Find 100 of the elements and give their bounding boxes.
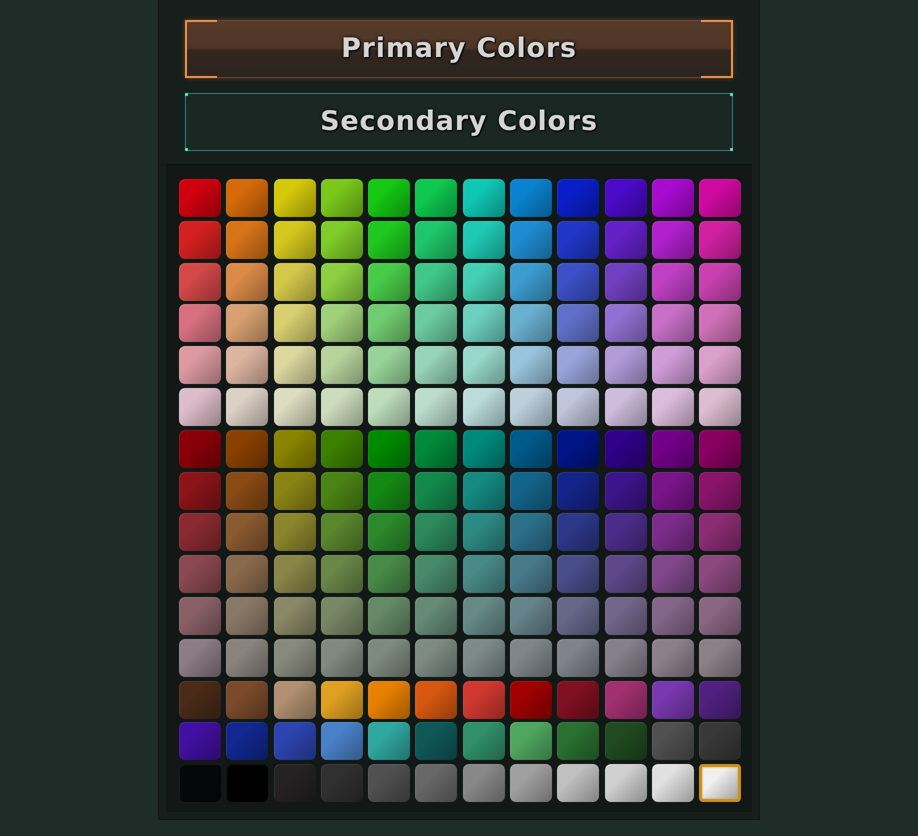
color-swatch[interactable]: [368, 555, 410, 594]
color-swatch[interactable]: [415, 764, 458, 802]
color-swatch[interactable]: [510, 555, 552, 594]
color-swatch[interactable]: [415, 388, 458, 426]
color-swatch[interactable]: [368, 764, 410, 802]
color-swatch[interactable]: [604, 680, 647, 719]
color-swatch[interactable]: [274, 764, 316, 802]
color-swatch[interactable]: [179, 220, 221, 259]
color-swatch[interactable]: [179, 388, 221, 426]
color-swatch[interactable]: [604, 596, 647, 635]
color-swatch[interactable]: [604, 555, 647, 594]
color-swatch[interactable]: [462, 680, 505, 719]
color-swatch[interactable]: [368, 596, 410, 635]
category-tab[interactable]: Primary Colors: [185, 20, 733, 78]
color-swatch[interactable]: [699, 220, 742, 259]
color-swatch[interactable]: [604, 638, 647, 677]
color-swatch[interactable]: [557, 430, 600, 468]
color-swatch[interactable]: [320, 388, 363, 426]
color-swatch[interactable]: [557, 346, 600, 384]
color-swatch[interactable]: [415, 596, 458, 635]
color-swatch[interactable]: [226, 722, 268, 760]
color-swatch[interactable]: [462, 722, 505, 760]
color-swatch[interactable]: [226, 638, 268, 677]
color-swatch[interactable]: [274, 555, 316, 594]
color-swatch[interactable]: [415, 430, 458, 468]
color-swatch[interactable]: [510, 262, 552, 301]
color-swatch[interactable]: [652, 472, 694, 510]
color-swatch[interactable]: [699, 722, 742, 760]
color-swatch[interactable]: [320, 764, 363, 802]
color-swatch[interactable]: [510, 304, 552, 342]
color-swatch[interactable]: [274, 472, 316, 510]
color-swatch[interactable]: [179, 680, 221, 719]
color-swatch[interactable]: [179, 262, 221, 301]
color-swatch[interactable]: [462, 220, 505, 259]
color-swatch[interactable]: [604, 764, 647, 802]
color-swatch[interactable]: [226, 555, 268, 594]
color-swatch[interactable]: [415, 722, 458, 760]
color-swatch[interactable]: [226, 764, 268, 802]
color-swatch[interactable]: [226, 472, 268, 510]
color-swatch[interactable]: [604, 304, 647, 342]
color-swatch[interactable]: [415, 680, 458, 719]
color-swatch[interactable]: [652, 179, 694, 217]
color-swatch[interactable]: [462, 513, 505, 552]
color-swatch[interactable]: [699, 430, 742, 468]
color-swatch[interactable]: [652, 555, 694, 594]
color-swatch[interactable]: [652, 220, 694, 259]
color-swatch[interactable]: [652, 680, 694, 719]
color-swatch[interactable]: [179, 638, 221, 677]
color-swatch[interactable]: [462, 764, 505, 802]
color-swatch[interactable]: [226, 262, 268, 301]
color-swatch[interactable]: [226, 304, 268, 342]
color-swatch[interactable]: [462, 388, 505, 426]
color-swatch[interactable]: [274, 722, 316, 760]
color-swatch[interactable]: [604, 388, 647, 426]
color-swatch[interactable]: [368, 722, 410, 760]
color-swatch[interactable]: [652, 722, 694, 760]
color-swatch[interactable]: [415, 555, 458, 594]
color-swatch[interactable]: [510, 680, 552, 719]
color-swatch[interactable]: [226, 680, 268, 719]
color-swatch[interactable]: [604, 179, 647, 217]
color-swatch[interactable]: [699, 179, 742, 217]
color-swatch[interactable]: [699, 388, 742, 426]
color-swatch[interactable]: [510, 722, 552, 760]
color-swatch[interactable]: [699, 764, 742, 802]
color-swatch[interactable]: [368, 472, 410, 510]
color-swatch[interactable]: [604, 472, 647, 510]
color-swatch[interactable]: [462, 638, 505, 677]
color-swatch[interactable]: [462, 346, 505, 384]
color-swatch[interactable]: [699, 555, 742, 594]
color-swatch[interactable]: [320, 638, 363, 677]
color-swatch[interactable]: [557, 680, 600, 719]
color-swatch[interactable]: [699, 513, 742, 552]
color-swatch[interactable]: [179, 304, 221, 342]
color-swatch[interactable]: [510, 764, 552, 802]
color-swatch[interactable]: [510, 596, 552, 635]
color-swatch[interactable]: [510, 513, 552, 552]
color-swatch[interactable]: [320, 346, 363, 384]
color-swatch[interactable]: [226, 513, 268, 552]
color-swatch[interactable]: [368, 680, 410, 719]
color-swatch[interactable]: [652, 513, 694, 552]
color-swatch[interactable]: [462, 262, 505, 301]
color-swatch[interactable]: [557, 220, 600, 259]
color-swatch[interactable]: [699, 262, 742, 301]
color-swatch[interactable]: [652, 764, 694, 802]
color-swatch[interactable]: [462, 430, 505, 468]
color-swatch[interactable]: [274, 346, 316, 384]
color-swatch[interactable]: [320, 262, 363, 301]
color-swatch[interactable]: [415, 304, 458, 342]
color-swatch[interactable]: [510, 346, 552, 384]
color-swatch[interactable]: [652, 346, 694, 384]
color-swatch[interactable]: [652, 388, 694, 426]
color-swatch[interactable]: [652, 596, 694, 635]
color-swatch[interactable]: [415, 262, 458, 301]
color-swatch[interactable]: [274, 430, 316, 468]
color-swatch[interactable]: [368, 346, 410, 384]
color-swatch[interactable]: [179, 179, 221, 217]
color-swatch[interactable]: [179, 513, 221, 552]
color-swatch[interactable]: [368, 430, 410, 468]
color-swatch[interactable]: [368, 513, 410, 552]
color-swatch[interactable]: [462, 472, 505, 510]
